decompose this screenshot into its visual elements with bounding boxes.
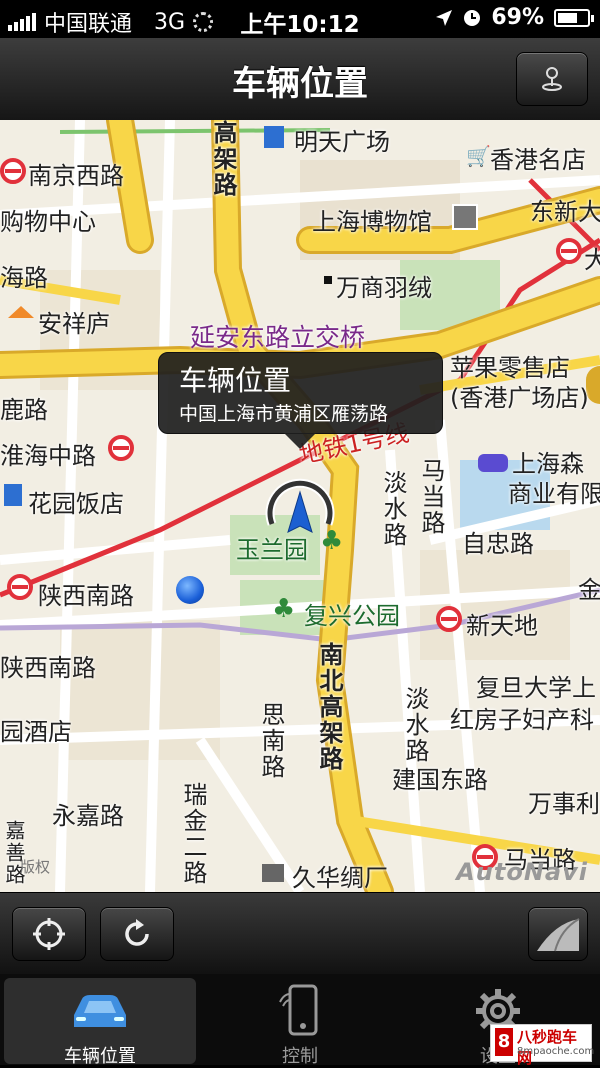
map-label: 上海博物馆: [312, 208, 432, 236]
metro-station-icon: [7, 574, 33, 600]
map-label: 安祥庐: [38, 310, 110, 338]
battery-fill: [558, 12, 578, 23]
map-label: 大: [584, 246, 600, 274]
phone-control-icon: [279, 984, 318, 1036]
map-label: 永嘉路: [52, 802, 124, 830]
map-label: 金: [578, 576, 600, 604]
museum-icon: [452, 204, 478, 230]
map-label: 淮海中路: [0, 442, 96, 470]
status-right: 69%: [435, 5, 594, 30]
map-label: 复兴公园: [304, 602, 400, 630]
map-label: 明天广场: [294, 128, 390, 156]
navigation-bar: 车辆位置: [0, 38, 600, 121]
refresh-button[interactable]: [100, 907, 174, 961]
map-label: 万商羽绒: [336, 274, 432, 302]
battery-percent: 69%: [491, 5, 544, 30]
car-poi-icon: [478, 454, 508, 472]
watermark-logo-icon: 8: [495, 1028, 513, 1056]
map-provider-logo: AutoNavi: [456, 858, 588, 886]
locate-button[interactable]: [12, 907, 86, 961]
map-pin-icon: [542, 67, 562, 91]
metro-station-icon: [108, 435, 134, 461]
vehicle-position-marker-icon[interactable]: [262, 466, 338, 536]
map-label: 马当路: [417, 458, 445, 536]
refresh-icon: [125, 919, 149, 946]
tab-label: 控制: [282, 1046, 318, 1067]
map-label: 香港名店: [490, 146, 586, 174]
map-label: (香港广场店): [450, 384, 589, 412]
watermark-url: 8mpaoche.com: [517, 1046, 595, 1057]
map-label: 建国东路: [392, 766, 488, 794]
site-watermark: 8 八秒跑车网 8mpaoche.com: [490, 1024, 595, 1067]
metro-station-icon: [436, 606, 462, 632]
map-label: 花园饭店: [28, 490, 124, 518]
map-label: 新天地: [466, 612, 538, 640]
metro-station-icon: [556, 238, 582, 264]
hotel-icon: [4, 484, 22, 506]
vehicle-callout[interactable]: 车辆位置 中国上海市黄浦区雁荡路: [158, 352, 443, 449]
tab-control[interactable]: 控制: [204, 978, 396, 1067]
map-label: 淡水路: [401, 686, 429, 764]
map-label: 南北高架路: [315, 642, 343, 772]
clock-icon: [464, 9, 481, 26]
tab-label: 车辆位置: [64, 1046, 136, 1067]
map-label: 南京西路: [28, 162, 124, 190]
callout-address: 中国上海市黄浦区雁荡路: [179, 403, 389, 425]
factory-icon: [262, 864, 284, 882]
home-icon: [8, 306, 34, 318]
user-location-dot: [176, 576, 204, 604]
location-arrow-icon: [436, 9, 453, 26]
callout-title: 车辆位置: [179, 364, 292, 397]
status-bar: 中国联通 3G 上午10:12 69%: [0, 0, 600, 38]
battery-icon: [554, 8, 594, 27]
map-label: 鹿路: [0, 396, 48, 424]
page-title: 车辆位置: [232, 64, 368, 104]
map-label: 淡水路: [379, 470, 407, 548]
page-curl-icon: [537, 918, 580, 952]
map-label: 延安东路立交桥: [190, 323, 366, 352]
map-label: 购物中心: [0, 208, 96, 236]
map-label: 红房子妇产科: [450, 706, 594, 734]
metro-station-icon: [0, 158, 26, 184]
building-icon: [264, 126, 284, 148]
map-copyright: 版权: [20, 858, 51, 876]
car-icon: [74, 995, 126, 1027]
shopping-cart-icon: 🛒: [466, 144, 491, 168]
map-label: 瑞金二路: [179, 782, 207, 886]
map-label: 陕西南路: [0, 654, 96, 682]
map-view[interactable]: 南京西路 明天广场 香港名店 购物中心 上海博物馆 东新大 大 海路 万商羽绒 …: [0, 120, 600, 892]
map-label: 商业有限: [508, 480, 600, 508]
map-label: 陕西南路: [38, 582, 134, 610]
page-curl-button[interactable]: [528, 907, 588, 961]
map-label: 久华绸厂: [292, 864, 388, 892]
map-label: 自忠路: [462, 530, 534, 558]
map-label: 园酒店: [0, 718, 72, 746]
map-mode-button[interactable]: [516, 52, 588, 106]
map-toolbar: [0, 892, 600, 975]
tree-icon: ♣: [272, 594, 296, 624]
crosshair-icon: [33, 918, 65, 950]
map-label: 高架路: [209, 120, 237, 198]
map-label: 万事利: [528, 790, 600, 818]
poi-dot-icon: [324, 276, 332, 284]
map-label: 复旦大学上: [476, 674, 596, 702]
map-label: 东新大: [530, 198, 600, 226]
tab-vehicle-location[interactable]: 车辆位置: [4, 978, 196, 1067]
map-label: 思南路: [257, 702, 285, 780]
map-label: 海路: [0, 264, 48, 292]
